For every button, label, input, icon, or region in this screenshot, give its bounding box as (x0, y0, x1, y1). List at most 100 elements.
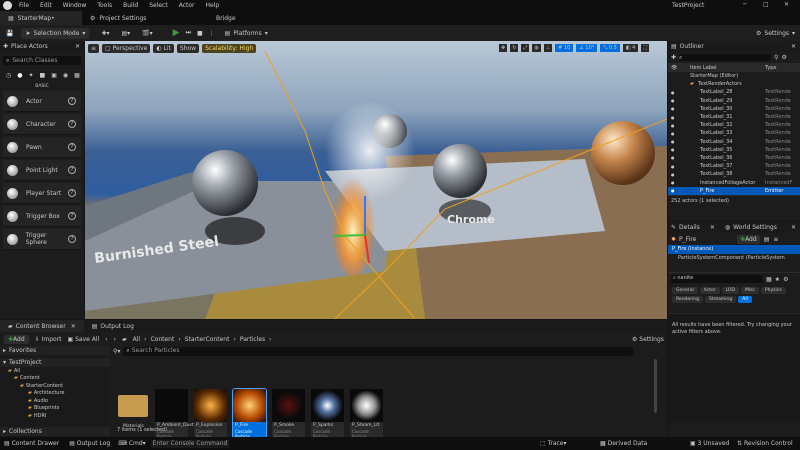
output-log-button[interactable]: ▤ Output Log (69, 440, 110, 447)
outliner-row[interactable]: ● TextLabel_28 TextRende (668, 88, 800, 96)
close-icon[interactable]: ✕ (791, 43, 796, 50)
close-icon[interactable]: ✕ (784, 1, 789, 8)
outliner-row[interactable]: ● TextLabel_30 TextRende (668, 105, 800, 113)
sequence-icon[interactable]: 🎬▾ (142, 30, 152, 37)
menu-build[interactable]: Build (123, 2, 138, 9)
outliner-search-input[interactable]: ⌕ (679, 54, 772, 61)
outliner-row[interactable]: ● TextLabel_31 TextRende (668, 113, 800, 121)
outliner-row[interactable]: ● TextLabel_34 TextRende (668, 138, 800, 146)
maximize-viewport-icon[interactable]: ⛶ (641, 44, 649, 52)
show-button[interactable]: Show (176, 44, 200, 53)
tab-project-settings[interactable]: ⚙ Project Settings (82, 11, 192, 25)
project-section[interactable]: ▾ TestProject (0, 358, 110, 367)
asset-scrollbar[interactable] (654, 359, 657, 413)
lights-icon[interactable]: ✦ (29, 72, 34, 79)
filter-chip-actor[interactable]: Actor (699, 287, 720, 294)
filter-chip-general[interactable]: General (672, 287, 698, 294)
outliner-row[interactable]: ● TextLabel_33 TextRende (668, 129, 800, 137)
blueprint-icon[interactable]: ▤ (764, 236, 770, 243)
menu-tools[interactable]: Tools (97, 2, 112, 9)
visibility-icon[interactable]: ● (671, 98, 675, 103)
visibility-icon[interactable]: ● (671, 172, 675, 177)
breadcrumb-item[interactable]: Content (150, 336, 174, 343)
unsaved-button[interactable]: ▣ 3 Unsaved (690, 440, 729, 447)
actors-search-input[interactable]: ⌕ Search Classes (3, 56, 81, 65)
volumes-icon[interactable]: ▦ (74, 72, 80, 79)
scale-icon[interactable]: ⤢ (521, 44, 530, 52)
outliner-row[interactable]: ● TextLabel_37 TextRende (668, 162, 800, 170)
add-button[interactable]: ✚Add (4, 334, 29, 344)
filter-icon[interactable]: ⚲ (774, 54, 778, 61)
outliner-row[interactable]: ● InstancedFoliageActor InstancedF (668, 178, 800, 186)
save-icon[interactable]: 💾 (6, 30, 13, 37)
close-icon[interactable]: ✕ (71, 323, 76, 330)
filter-chip-streaming[interactable]: Streaming (704, 296, 737, 303)
visual-effects-icon[interactable]: ◉ (63, 72, 68, 79)
visibility-icon[interactable]: ● (671, 147, 675, 152)
platforms-button[interactable]: ▤ Platforms ▾ (225, 30, 268, 37)
surface-snap-icon[interactable]: ⊥ (543, 44, 553, 52)
scalability-badge[interactable]: Scalability: High (202, 44, 257, 53)
close-icon[interactable]: ✕ (710, 224, 715, 231)
filter-chip-rendering[interactable]: Rendering (672, 296, 703, 303)
help-icon[interactable]: ? (68, 120, 76, 128)
visibility-icon[interactable]: ● (671, 123, 675, 128)
menu-help[interactable]: Help (206, 2, 220, 9)
console-input[interactable]: Enter Console Command (150, 439, 229, 448)
tab-content-browser[interactable]: ▰ Content Browser ✕ (0, 320, 84, 332)
play-button[interactable]: ▶ (173, 28, 180, 38)
col-item-label[interactable]: Item Label (690, 65, 716, 71)
details-search-input[interactable]: ⌕ nanite (671, 275, 763, 283)
collections-section[interactable]: ▸ Collections (0, 427, 110, 436)
translate-icon[interactable]: ✥ (499, 44, 508, 52)
tree-folder[interactable]: ▰ Architecture (4, 390, 110, 398)
menu-icon[interactable]: ≡ (773, 236, 778, 243)
component-row[interactable]: ParticleSystemComponent (ParticleSystem (668, 254, 800, 263)
save-all-button[interactable]: ▣ Save All (68, 336, 100, 343)
revision-control-button[interactable]: ⇅ Revision Control (737, 440, 793, 447)
tab-starter-map[interactable]: ▦ StarterMap• (0, 11, 82, 25)
outliner-row[interactable]: ● P_Fire Emitter (668, 186, 800, 195)
cinematic-icon[interactable]: ▣ (51, 72, 57, 79)
visibility-icon[interactable]: ● (671, 164, 675, 169)
angle-snap-button[interactable]: ∠ 10° (576, 44, 598, 52)
help-icon[interactable]: ? (68, 97, 76, 105)
blueprint-icon[interactable]: ▤▾ (121, 30, 130, 37)
actor-item[interactable]: Trigger Sphere? (3, 229, 81, 250)
col-type[interactable]: Type (765, 65, 776, 71)
camera-speed-button[interactable]: ◧ 4 (622, 44, 639, 52)
menu-file[interactable]: File (19, 2, 29, 9)
basic-icon[interactable]: ● (17, 72, 22, 79)
level-viewport[interactable]: ≡ ▢ Perspective ◐ Lit Show Scalability: … (85, 41, 667, 319)
outliner-row[interactable]: ● TextLabel_35 TextRende (668, 146, 800, 154)
actor-item[interactable]: Actor? (3, 91, 81, 112)
selection-mode-button[interactable]: ➤ Selection Mode ▾ (21, 27, 90, 39)
help-icon[interactable]: ? (68, 143, 76, 151)
tab-output-log[interactable]: ▤ Output Log (84, 320, 142, 332)
perspective-button[interactable]: ▢ Perspective (102, 44, 151, 53)
breadcrumb-item[interactable]: StarterContent (185, 336, 230, 343)
filter-icon[interactable]: ⚲▾ (113, 348, 120, 355)
settings-button[interactable]: ⚙ Settings (632, 336, 664, 343)
scale-snap-button[interactable]: ⤡ 0.5 (600, 44, 620, 52)
add-content-icon[interactable]: ✚▾ (101, 30, 109, 37)
menu-window[interactable]: Window (63, 2, 87, 9)
component-instance-row[interactable]: P_Fire (Instance) (668, 245, 800, 254)
derived-data-button[interactable]: ▦ Derived Data (600, 440, 647, 447)
visibility-icon[interactable]: ● (671, 131, 675, 136)
tree-folder[interactable]: ▰ HDRI (4, 412, 110, 420)
actor-item[interactable]: Trigger Box? (3, 206, 81, 227)
favorites-section[interactable]: ▸ Favorites (0, 346, 110, 355)
filter-chip-physics[interactable]: Physics (760, 287, 786, 294)
help-icon[interactable]: ? (68, 212, 76, 220)
visibility-icon[interactable]: ● (671, 188, 675, 193)
tree-folder[interactable]: ▰ Content (4, 375, 110, 383)
more-icon[interactable]: ⋮ (209, 30, 215, 37)
add-actor-icon[interactable]: ✚ (671, 54, 676, 61)
filter-chip-misc[interactable]: Misc (740, 287, 759, 294)
tab-bridge[interactable]: Bridge (192, 11, 244, 25)
actor-name-field[interactable]: P_Fire (679, 236, 737, 243)
asset-search-input[interactable]: ⌕ Search Particles (123, 347, 634, 356)
content-drawer-button[interactable]: ▤ Content Drawer (4, 440, 59, 447)
forward-icon[interactable]: › (114, 336, 116, 343)
